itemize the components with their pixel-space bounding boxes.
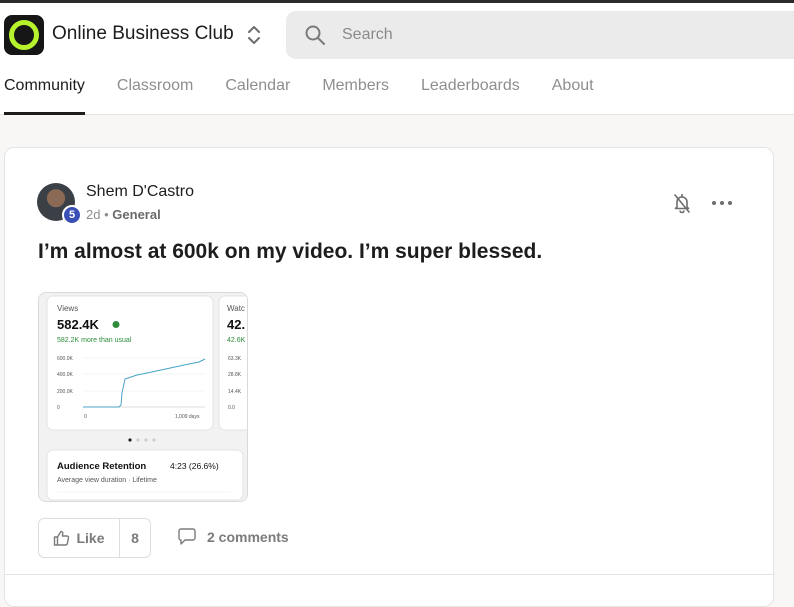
thumbs-up-icon — [54, 530, 70, 546]
carousel-dot — [144, 438, 148, 442]
views-label: Views — [57, 304, 78, 313]
nav-tabs: Community Classroom Calendar Members Lea… — [4, 75, 626, 115]
more-horizontal-icon[interactable] — [709, 192, 735, 214]
chevron-up-down-icon[interactable] — [246, 22, 262, 48]
retention-sub: Average view duration · Lifetime — [57, 477, 157, 484]
like-control: Like 8 — [38, 518, 151, 558]
analytics-screenshot: Views 582.4K 582.2K more than usual 600.… — [39, 293, 247, 501]
y-tick: 400.0K — [57, 372, 74, 378]
post-title[interactable]: I’m almost at 600k on my video. I’m supe… — [38, 240, 542, 264]
like-button[interactable]: Like — [39, 519, 120, 557]
bell-off-icon[interactable] — [671, 192, 693, 214]
top-accent-line — [0, 0, 794, 3]
card-divider — [5, 574, 775, 575]
tab-classroom[interactable]: Classroom — [117, 75, 193, 115]
post-author[interactable]: Shem D'Castro — [86, 183, 194, 201]
tab-calendar[interactable]: Calendar — [225, 75, 290, 115]
level-badge: 5 — [62, 205, 82, 225]
carousel-dot-active — [128, 438, 132, 442]
search-bar[interactable] — [286, 11, 794, 59]
post-age: 2d — [86, 207, 101, 222]
comments-button[interactable]: 2 comments — [177, 528, 289, 546]
retention-value: 4:23 (26.6%) — [170, 461, 219, 471]
watch-tick: 14.4K — [228, 389, 242, 395]
carousel-dot — [152, 438, 156, 442]
watch-tick: 63.3K — [228, 356, 242, 362]
top-bar: Online Business Club Community Classroom… — [0, 0, 794, 115]
y-tick: 0 — [57, 405, 60, 411]
meta-separator: • — [104, 207, 109, 222]
comment-icon — [178, 528, 196, 545]
watch-tick: 0.0 — [228, 405, 235, 411]
group-name[interactable]: Online Business Club — [52, 23, 234, 45]
watch-value: 42. — [227, 317, 245, 332]
like-count[interactable]: 8 — [120, 519, 150, 557]
x-tick: 0 — [84, 414, 87, 420]
post-category[interactable]: General — [112, 207, 160, 222]
tab-community[interactable]: Community — [4, 75, 85, 115]
y-tick: 200.0K — [57, 389, 74, 395]
x-tick: 1,009 days — [175, 414, 200, 420]
watch-label: Watc — [227, 304, 245, 313]
search-input[interactable] — [342, 23, 762, 47]
group-logo[interactable] — [4, 15, 44, 55]
positive-icon — [112, 321, 120, 328]
watch-tick: 28.8K — [228, 372, 242, 378]
views-value: 582.4K — [57, 317, 100, 332]
watch-delta: 42.6K — [227, 337, 246, 344]
retention-label: Audience Retention — [57, 461, 146, 472]
comments-label: 2 comments — [207, 529, 289, 545]
logo-ring-icon — [9, 20, 39, 50]
post-image[interactable]: Views 582.4K 582.2K more than usual 600.… — [38, 292, 248, 502]
tab-members[interactable]: Members — [322, 75, 389, 115]
carousel-dot — [136, 438, 140, 442]
search-icon — [305, 25, 325, 45]
y-tick: 600.0K — [57, 356, 74, 362]
like-label: Like — [76, 530, 105, 546]
tab-leaderboards[interactable]: Leaderboards — [421, 75, 520, 115]
views-delta: 582.2K more than usual — [57, 337, 132, 344]
post-card[interactable]: 5 Shem D'Castro 2d • General I’m almost … — [4, 147, 775, 607]
post-meta: 2d • General — [86, 207, 161, 222]
tab-about[interactable]: About — [552, 75, 594, 115]
